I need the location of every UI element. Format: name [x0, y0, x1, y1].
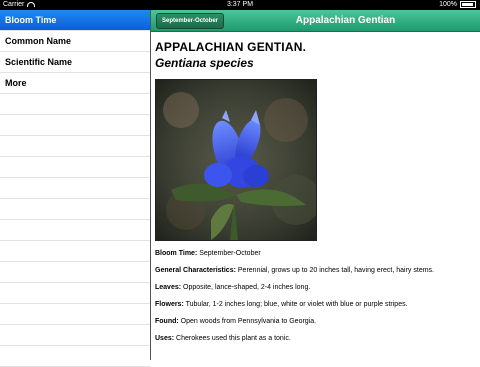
detail-general-characteristics: General Characteristics: Perennial, grow… [155, 262, 480, 279]
detail-flowers: Flowers: Tubular, 1-2 inches long; blue,… [155, 296, 480, 313]
detail-bloom-time: Bloom Time: September-October [155, 245, 480, 262]
sidebar: Bloom Time Common Name Scientific Name M… [0, 10, 151, 367]
empty-row [0, 136, 150, 157]
sidebar-item-common-name[interactable]: Common Name [0, 31, 150, 52]
plant-details: Bloom Time: September-October General Ch… [155, 245, 480, 347]
field-value: Perennial, grows up to 20 inches tall, h… [237, 267, 434, 274]
empty-row [0, 115, 150, 136]
empty-row [0, 283, 150, 304]
empty-row [0, 346, 150, 367]
field-value: Cherokees used this plant as a tonic. [176, 335, 291, 342]
field-value: Tubular, 1-2 inches long; blue, white or… [185, 301, 408, 308]
nav-title: Appalachian Gentian [295, 15, 396, 26]
detail-found: Found: Open woods from Pennsylvania to G… [155, 313, 480, 330]
status-time: 3:37 PM [226, 1, 254, 8]
field-label: Bloom Time: [155, 250, 198, 257]
field-label: Found: [155, 318, 179, 325]
field-value: September-October [199, 250, 261, 257]
field-value: Opposite, lance-shaped, 2-4 inches long. [183, 284, 311, 291]
plant-title: APPALACHIAN GENTIAN. [155, 40, 307, 54]
field-label: Flowers: [155, 301, 184, 308]
empty-row [0, 262, 150, 283]
plant-photo [155, 79, 317, 241]
battery-icon [460, 0, 476, 8]
detail-pane: APPALACHIAN GENTIAN. Gentiana species Bl… [151, 32, 480, 360]
battery-indicator: 100% [439, 0, 476, 10]
empty-row [0, 94, 150, 115]
status-bar: Carrier 3:37 PM 100% [0, 0, 480, 10]
empty-row [0, 220, 150, 241]
battery-percent: 100% [439, 1, 457, 8]
field-value: Open woods from Pennsylvania to Georgia. [180, 318, 317, 325]
field-label: Uses: [155, 335, 175, 342]
empty-row [0, 241, 150, 262]
empty-row [0, 199, 150, 220]
empty-row [0, 304, 150, 325]
field-label: General Characteristics: [155, 267, 236, 274]
sidebar-item-scientific-name[interactable]: Scientific Name [0, 52, 150, 73]
gentian-flower-image [156, 80, 316, 240]
empty-row [0, 157, 150, 178]
empty-row [0, 178, 150, 199]
plant-scientific-name: Gentiana species [155, 56, 254, 70]
empty-row [0, 325, 150, 346]
detail-uses: Uses: Cherokees used this plant as a ton… [155, 330, 480, 347]
sidebar-item-more[interactable]: More [0, 73, 150, 94]
sidebar-item-bloom-time[interactable]: Bloom Time [0, 10, 150, 31]
field-label: Leaves: [155, 284, 182, 291]
back-button[interactable]: September-October [156, 13, 225, 29]
navigation-bar: September-October Appalachian Gentian [151, 10, 480, 32]
detail-leaves: Leaves: Opposite, lance-shaped, 2-4 inch… [155, 279, 480, 296]
